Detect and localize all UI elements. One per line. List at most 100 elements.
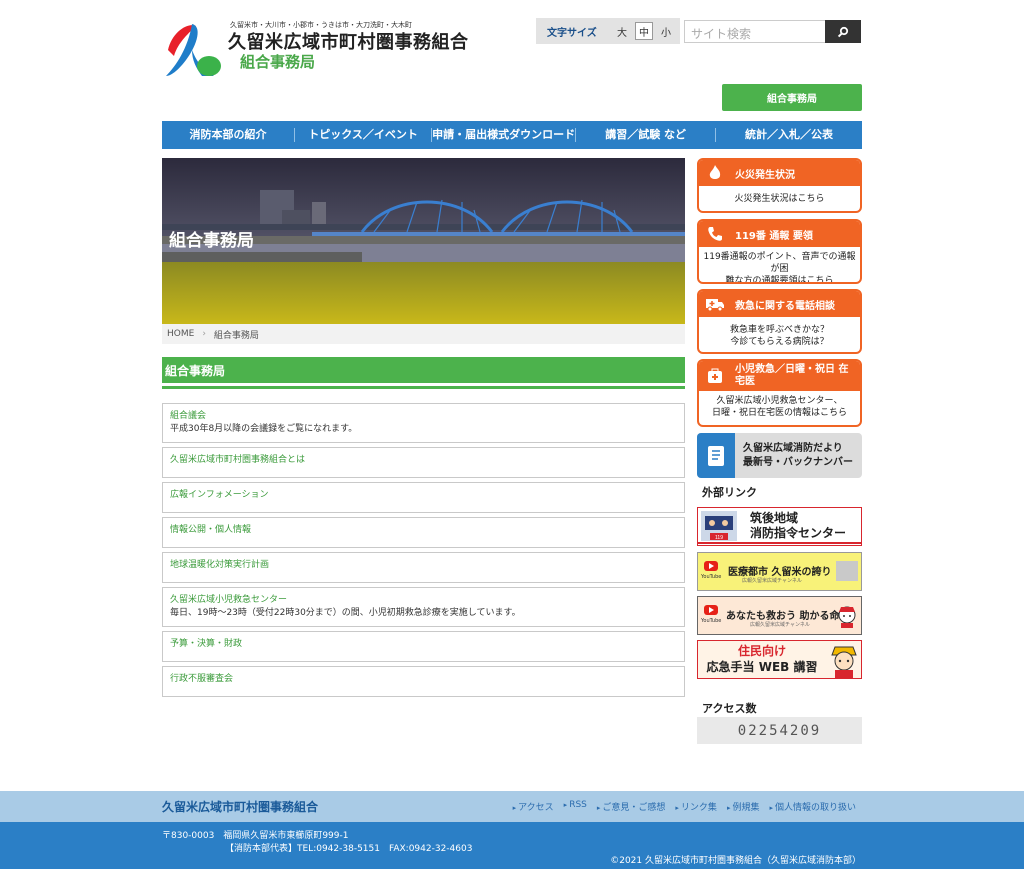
medical-consult-title: 救急に関する電話相談: [735, 300, 835, 312]
dispatch-center-line: 筑後地域: [750, 511, 799, 525]
list-item-desc: 毎日、19時～23時（受付22時30分まで）の間、小児初期救急診療を実施していま…: [170, 608, 521, 618]
chevron-right-icon: ›: [202, 329, 206, 339]
list-item-title[interactable]: 地球温暖化対策実行計画: [170, 558, 677, 572]
first-aid-course-line: 応急手当 WEB 講習: [706, 660, 818, 674]
medical-city-sub: 広報久留米広域チャンネル: [742, 578, 802, 584]
report-guide-header: 119番 通報 要領: [699, 221, 860, 247]
search-input[interactable]: サイト検索: [684, 20, 826, 43]
footer: 〒830-0003 福岡県久留米市東櫛原町999-1 【消防本部代表】TEL:0…: [0, 822, 1024, 869]
global-nav: 消防本部の紹介 トピックス／イベント 申請・届出様式ダウンロード 講習／試験 な…: [162, 121, 862, 149]
footer-nav: 久留米広域市町村圏事務組合 アクセス RSS ご意見・ご感想 リンク集 例規集 …: [0, 791, 1024, 822]
medical-consult-line: 救急車を呼ぶべきかな？: [729, 325, 829, 335]
search-icon: [837, 26, 849, 37]
phone-icon: [703, 224, 727, 244]
medical-consult-box[interactable]: 救急に関する電話相談 救急車を呼ぶべきかな？ 今診てもらえる病院は？: [697, 289, 862, 354]
youtube-icon: [704, 561, 718, 571]
breadcrumb: HOME › 組合事務局: [162, 324, 685, 344]
list-item[interactable]: 久留米広域小児救急センター 毎日、19時～23時（受付22時30分まで）の間、小…: [162, 587, 685, 627]
pediatric-title: 小児救急／日曜・祝日 在宅医: [735, 364, 849, 387]
footer-links: アクセス RSS ご意見・ご感想 リンク集 例規集 個人情報の取り扱い: [513, 800, 856, 813]
footer-link-rss[interactable]: RSS: [564, 800, 587, 813]
dispatch-center-badge: 119: [715, 535, 723, 541]
firefighter-mascot-icon: [831, 646, 857, 678]
footer-link-links[interactable]: リンク集: [675, 800, 717, 813]
newsletter-banner[interactable]: 久留米広域消防だより 最新号・バックナンバー: [697, 433, 862, 478]
pediatric-header: 小児救急／日曜・祝日 在宅医: [699, 361, 860, 391]
breadcrumb-home[interactable]: HOME: [167, 329, 194, 339]
site-subtitle: 組合事務局: [240, 53, 316, 71]
first-aid-web-course-banner[interactable]: 住民向け 応急手当 WEB 講習: [697, 640, 862, 679]
list-item[interactable]: 組合議会 平成30年8月以降の会議録をご覧になれます。: [162, 403, 685, 443]
nav-item-about[interactable]: 消防本部の紹介: [162, 128, 294, 142]
report-guide-line: 119番通報のポイント、音声での通報が困: [703, 252, 856, 274]
report-guide-box[interactable]: 119番 通報 要領 119番通報のポイント、音声での通報が困 難な方の通報要領…: [697, 219, 862, 284]
firefighter-mascot-icon: [838, 606, 856, 628]
list-item[interactable]: 行政不服審査会: [162, 666, 685, 697]
access-counter: 02254209: [697, 717, 862, 744]
font-size-label: 文字サイズ: [547, 27, 597, 39]
breadcrumb-current: 組合事務局: [213, 330, 259, 341]
logo-icon[interactable]: [162, 20, 224, 78]
newsletter-line: 久留米広域消防だより: [743, 442, 843, 454]
first-aid-course-text: 住民向け 応急手当 WEB 講習: [698, 643, 826, 675]
footer-copyright: ©2021 久留米広域市町村圏事務組合（久留米広域消防本部）: [610, 856, 861, 866]
fire-status-desc: 火災発生状況はこちら: [699, 186, 860, 209]
footer-link-access[interactable]: アクセス: [513, 800, 554, 813]
newsletter-text: 久留米広域消防だより 最新号・バックナンバー: [743, 442, 853, 470]
pediatric-line: 久留米広域小児救急センター、: [716, 396, 843, 406]
list-item-title[interactable]: 久留米広域小児救急センター: [170, 593, 677, 607]
dispatch-center-banner[interactable]: 119 筑後地域 消防指令センター: [697, 507, 862, 546]
first-aid-icon: [703, 366, 727, 386]
fire-status-header: 火災発生状況: [699, 160, 860, 186]
list-item-title[interactable]: 行政不服審査会: [170, 672, 677, 686]
footer-link-feedback[interactable]: ご意見・ご感想: [597, 800, 665, 813]
list-item-desc: 平成30年8月以降の会議録をご覧になれます。: [170, 424, 358, 434]
report-guide-title: 119番 通報 要領: [735, 230, 813, 242]
list-item-title[interactable]: 予算・決算・財政: [170, 637, 677, 651]
nav-item-topics[interactable]: トピックス／イベント: [294, 128, 431, 142]
list-item-title[interactable]: 情報公開・個人情報: [170, 523, 677, 537]
list-item[interactable]: 広報インフォメーション: [162, 482, 685, 513]
list-item-title[interactable]: 組合議会: [170, 409, 677, 423]
report-guide-desc: 119番通報のポイント、音声での通報が困 難な方の通報要領はこちら: [699, 247, 860, 284]
list-item-title[interactable]: 広報インフォメーション: [170, 488, 677, 502]
list-item[interactable]: 久留米広域市町村圏事務組合とは: [162, 447, 685, 478]
search-button[interactable]: [825, 20, 861, 43]
fire-status-title: 火災発生状況: [735, 169, 795, 181]
font-size-large-button[interactable]: 大: [613, 22, 631, 40]
medical-consult-header: 救急に関する電話相談: [699, 291, 860, 317]
dispatch-center-text: 筑後地域 消防指令センター: [750, 511, 846, 541]
font-size-small-button[interactable]: 小: [657, 22, 675, 40]
first-aid-course-line: 住民向け: [737, 644, 786, 658]
font-size-medium-button[interactable]: 中: [635, 22, 653, 40]
medical-city-title: 医療都市 久留米の誇り: [728, 567, 832, 578]
list-item[interactable]: 情報公開・個人情報: [162, 517, 685, 548]
footer-contact: 【消防本部代表】TEL:0942-38-5151 FAX:0942-32-460…: [225, 844, 473, 854]
medical-consult-desc: 救急車を呼ぶべきかな？ 今診てもらえる病院は？: [699, 317, 860, 352]
pediatric-desc: 久留米広域小児救急センター、 日曜・祝日在宅医の情報はこちら: [699, 391, 860, 423]
divider: [162, 386, 685, 389]
report-guide-line: 難な方の通報要領はこちら: [725, 276, 834, 284]
footer-link-regulations[interactable]: 例規集: [727, 800, 759, 813]
medical-city-video-banner[interactable]: YouTube 医療都市 久留米の誇り 広報久留米広域チャンネル: [697, 552, 862, 591]
fire-status-box[interactable]: 火災発生状況 火災発生状況はこちら: [697, 158, 862, 213]
flame-icon: [703, 163, 727, 183]
nav-item-courses[interactable]: 講習／試験 など: [575, 128, 715, 142]
save-lives-sub: 広報久留米広域チャンネル: [750, 622, 810, 628]
hero-image: 組合事務局: [162, 158, 685, 324]
list-item[interactable]: 地球温暖化対策実行計画: [162, 552, 685, 583]
office-button[interactable]: 組合事務局: [722, 84, 862, 111]
pediatric-box[interactable]: 小児救急／日曜・祝日 在宅医 久留米広域小児救急センター、 日曜・祝日在宅医の情…: [697, 359, 862, 427]
youtube-icon: [704, 605, 718, 615]
save-lives-video-banner[interactable]: YouTube あなたも救おう 助かる命 広報久留米広域チャンネル: [697, 596, 862, 635]
newsletter-line: 最新号・バックナンバー: [743, 456, 853, 468]
list-item[interactable]: 予算・決算・財政: [162, 631, 685, 662]
nav-item-downloads[interactable]: 申請・届出様式ダウンロード: [431, 128, 575, 142]
youtube-logo-text: YouTube: [701, 618, 722, 624]
footer-link-privacy[interactable]: 個人情報の取り扱い: [769, 800, 856, 813]
list-item-title[interactable]: 久留米広域市町村圏事務組合とは: [170, 453, 677, 467]
link-list: 組合議会 平成30年8月以降の会議録をご覧になれます。 久留米広域市町村圏事務組…: [162, 403, 685, 701]
nav-item-statistics[interactable]: 統計／入札／公表: [715, 128, 862, 142]
hero-title: 組合事務局: [169, 231, 254, 251]
save-lives-title: あなたも救おう 助かる命: [726, 611, 840, 622]
